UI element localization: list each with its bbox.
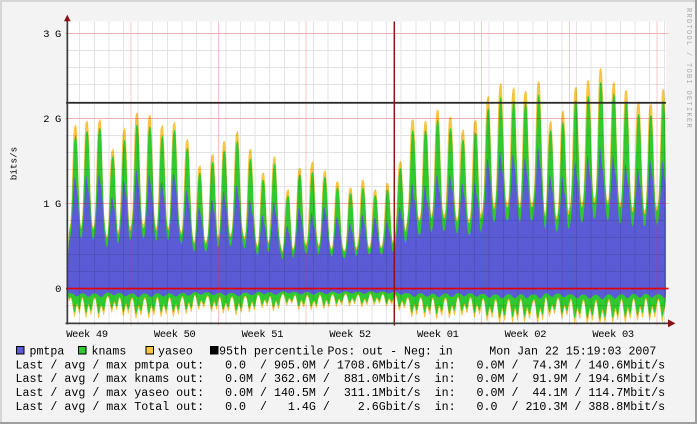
- svg-text:95th percentile: 95th percentile: [219, 346, 323, 359]
- svg-text:yaseo: yaseo: [158, 346, 193, 359]
- svg-text:Week 01: Week 01: [417, 329, 459, 341]
- svg-text:Week 03: Week 03: [592, 329, 634, 341]
- svg-text:Week 02: Week 02: [505, 329, 547, 341]
- svg-text:3 G: 3 G: [43, 29, 61, 41]
- svg-text:Pos: out - Neg: in: Pos: out - Neg: in: [328, 346, 453, 359]
- svg-text:Week 51: Week 51: [242, 329, 284, 341]
- svg-text:RRDTOOL / TOBI OETIKER: RRDTOOL / TOBI OETIKER: [684, 8, 692, 129]
- svg-text:Last / avg / max pmtpa out:: Last / avg / max pmtpa out: 0.0 / 905.0M…: [16, 359, 666, 372]
- svg-text:pmtpa: pmtpa: [30, 346, 65, 359]
- svg-text:Week 52: Week 52: [329, 329, 371, 341]
- svg-text:1 G: 1 G: [43, 199, 61, 211]
- svg-text:bits/s: bits/s: [9, 147, 20, 180]
- svg-text:Week 50: Week 50: [154, 329, 196, 341]
- svg-text:Last / avg / max yaseo out:: Last / avg / max yaseo out: 0.0M / 140.5…: [16, 387, 666, 400]
- svg-text:2 G: 2 G: [43, 114, 61, 126]
- svg-text:knams: knams: [92, 346, 127, 359]
- svg-text:Mon Jan 22 15:19:03 2007: Mon Jan 22 15:19:03 2007: [489, 346, 656, 359]
- svg-text:Week 49: Week 49: [66, 329, 108, 341]
- svg-text:Last / avg / max knams out:: Last / avg / max knams out: 0.0M / 362.6…: [16, 373, 666, 386]
- svg-text:Last / avg / max Total out:: Last / avg / max Total out: 0.0 / 1.4G /…: [16, 401, 666, 414]
- svg-text:0: 0: [55, 284, 61, 296]
